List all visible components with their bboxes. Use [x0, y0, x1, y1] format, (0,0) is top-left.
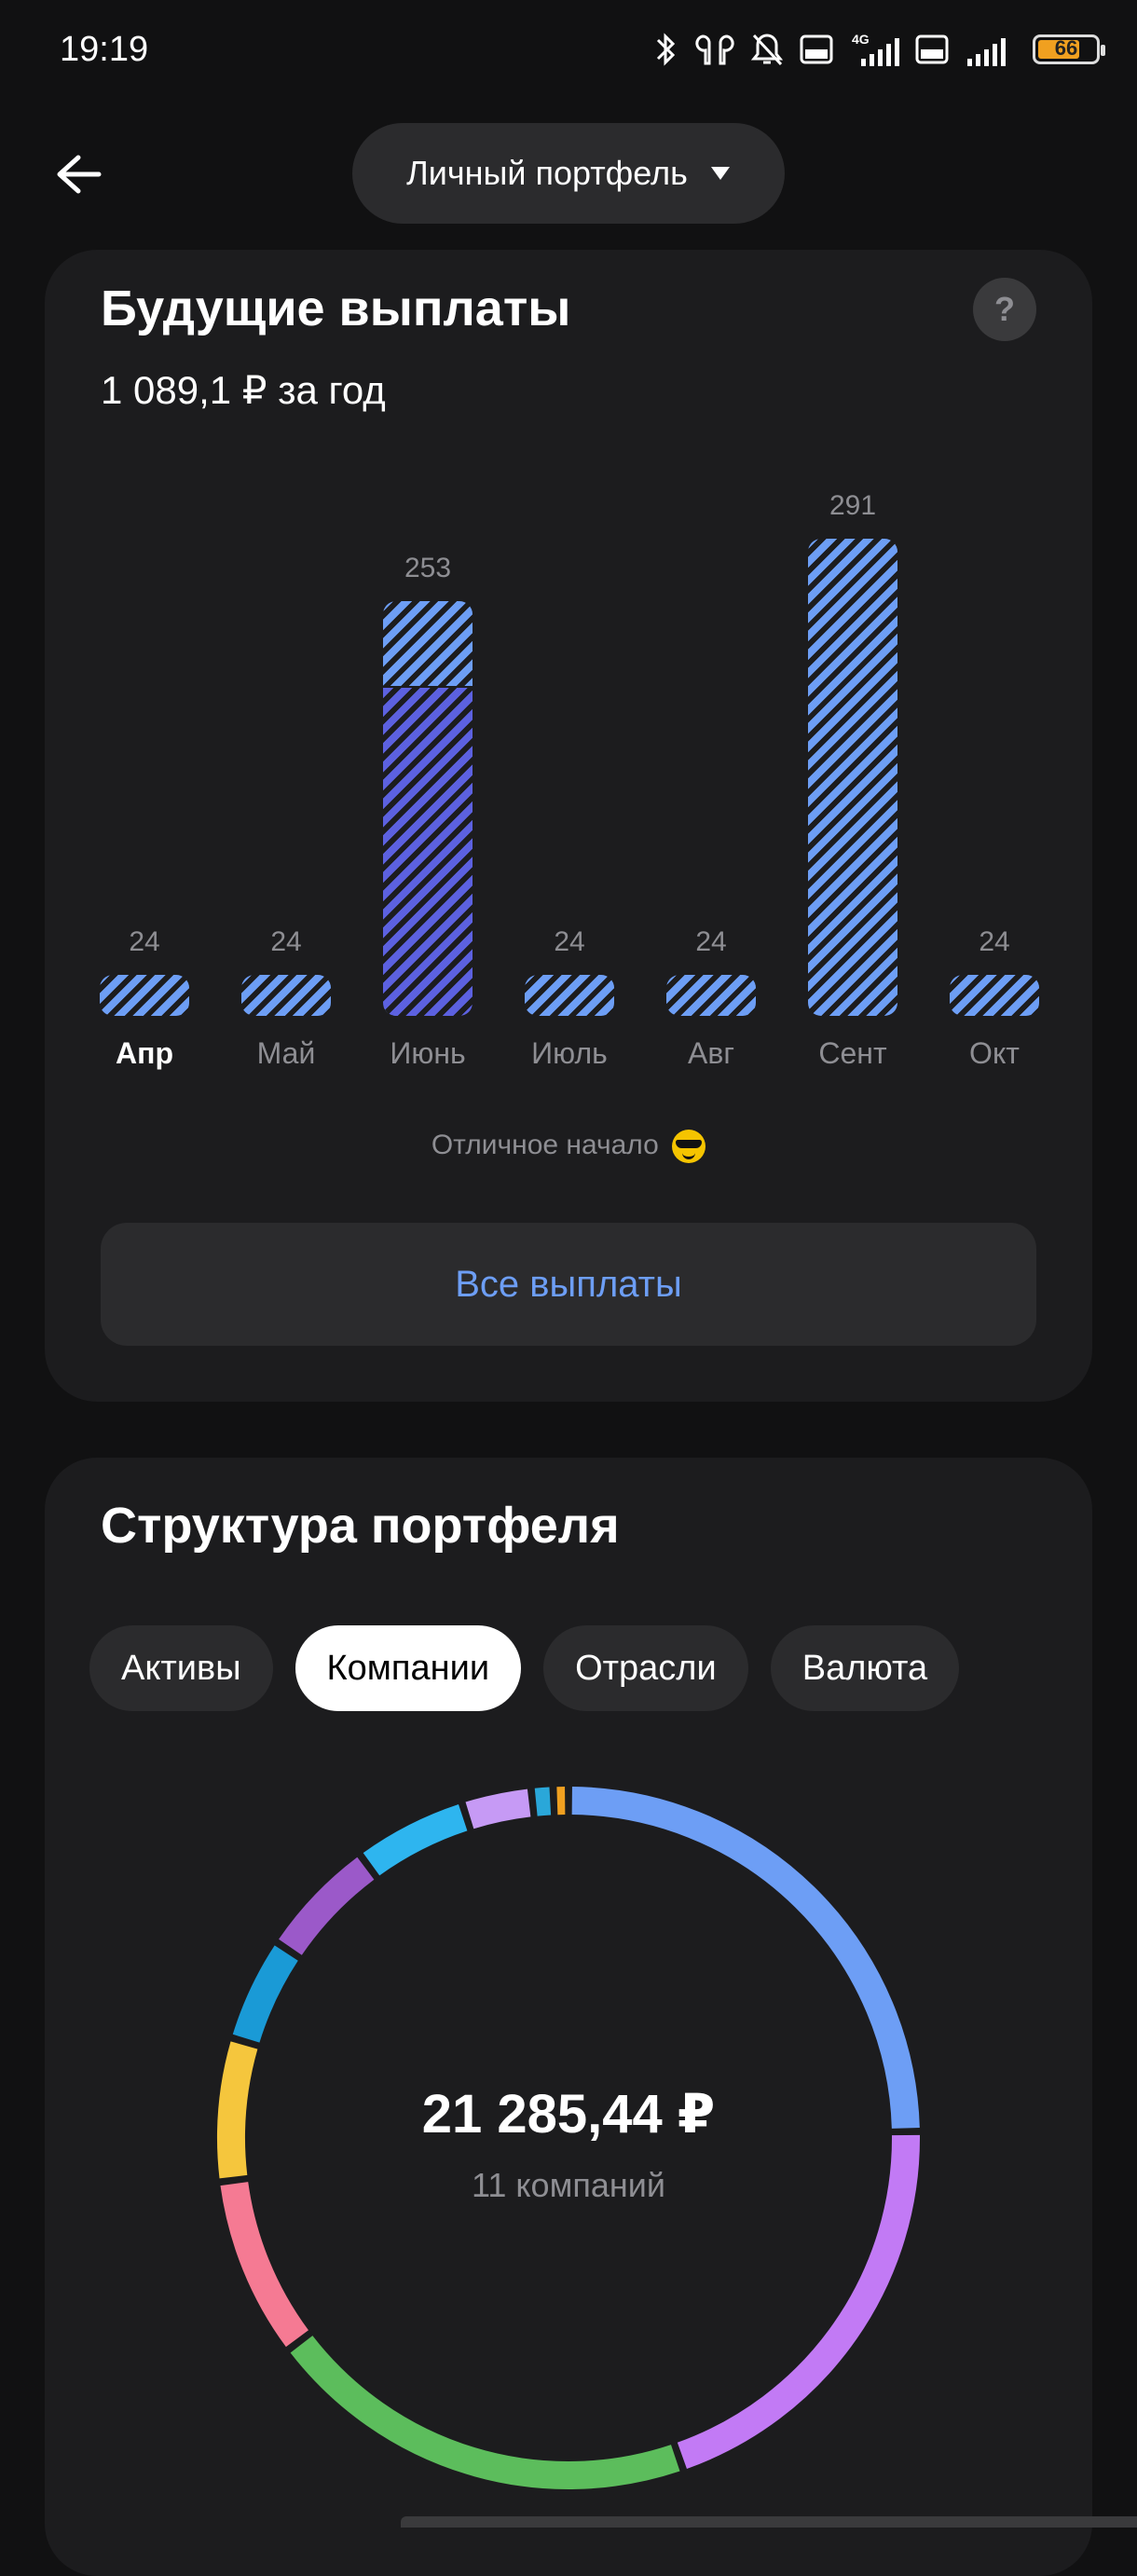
bar-value-label: 24: [89, 926, 200, 958]
portfolio-selector[interactable]: Личный портфель: [352, 123, 785, 224]
bar-value-label: 24: [655, 926, 767, 958]
tab-companies[interactable]: Компании: [295, 1625, 522, 1711]
month-label[interactable]: Апр: [79, 1036, 210, 1071]
bar-segment: [383, 686, 473, 1016]
back-button[interactable]: [48, 144, 108, 204]
bar-value-label: 24: [230, 926, 342, 958]
month-label[interactable]: Май: [221, 1036, 351, 1071]
month-label[interactable]: Июль: [504, 1036, 635, 1071]
svg-text:4G: 4G: [852, 32, 870, 47]
volte-icon: [800, 31, 833, 68]
payments-bar-chart: 24 Апр 24 Май 253 Июнь 24 Июль 24 Авг 291 Сент 24 Окт: [45, 250, 1092, 1182]
donut-segment-6[interactable]: [246, 1953, 286, 2039]
bar-6[interactable]: [808, 539, 897, 1016]
all-payments-button[interactable]: Все выплаты: [101, 1223, 1036, 1346]
future-payments-card: Будущие выплаты ? 1 089,1 ₽ за год 24Апр…: [45, 250, 1092, 1402]
portfolio-structure-card: Структура портфеля Активы Компании Отрас…: [45, 1458, 1092, 2576]
status-bar: 19:19 4G 66: [0, 0, 1137, 103]
bar-value-label: 253: [372, 553, 484, 584]
scroll-indicator: [401, 2516, 1137, 2528]
tab-industries[interactable]: Отрасли: [543, 1625, 748, 1711]
sunglasses-emoji-icon: [672, 1130, 705, 1163]
month-label[interactable]: Июнь: [363, 1036, 493, 1071]
status-time: 19:19: [60, 30, 148, 70]
bar-value-label: 24: [938, 926, 1050, 958]
donut-segment-3[interactable]: [301, 2344, 675, 2475]
bar-3[interactable]: [383, 601, 473, 1016]
tab-currency[interactable]: Валюта: [771, 1625, 959, 1711]
tab-assets[interactable]: Активы: [89, 1625, 273, 1711]
status-icons: 4G 66: [651, 28, 1100, 71]
signal-icon: [964, 31, 1010, 68]
battery-icon: 66: [1033, 34, 1100, 64]
bar-4[interactable]: [525, 975, 614, 1016]
signal-4g-icon: 4G: [848, 31, 900, 68]
month-label[interactable]: Окт: [929, 1036, 1060, 1071]
bar-value-label: 291: [797, 490, 909, 522]
bell-muted-icon: [749, 31, 785, 68]
earbuds-icon: [695, 31, 734, 68]
bar-2[interactable]: [241, 975, 331, 1016]
month-label[interactable]: Авг: [646, 1036, 776, 1071]
bar-5[interactable]: [666, 975, 756, 1016]
donut-segment-1[interactable]: [572, 1801, 906, 2128]
portfolio-name: Личный портфель: [406, 154, 688, 193]
donut-segment-4[interactable]: [234, 2184, 297, 2338]
month-label[interactable]: Сент: [788, 1036, 918, 1071]
arrow-left-icon: [54, 154, 103, 195]
bar-value-label: 24: [514, 926, 625, 958]
portfolio-total: 21 285,44 ₽: [45, 2082, 1092, 2145]
donut-segment-9[interactable]: [470, 1802, 529, 1815]
bar-1[interactable]: [100, 975, 189, 1016]
donut-segment-8[interactable]: [371, 1817, 462, 1864]
caret-down-icon: [710, 166, 731, 181]
structure-title: Структура портфеля: [101, 1497, 620, 1555]
donut-segment-7[interactable]: [290, 1869, 365, 1948]
volte-icon: [915, 31, 949, 68]
bluetooth-icon: [651, 31, 680, 68]
bar-7[interactable]: [950, 975, 1039, 1016]
company-count: 11 компаний: [45, 2166, 1092, 2205]
note-text: Отличное начало: [432, 1130, 659, 1160]
battery-level: 66: [1035, 36, 1097, 61]
encouragement-note: Отличное начало: [45, 1130, 1092, 1163]
structure-tabs: Активы Компании Отрасли Валюта: [89, 1625, 959, 1711]
